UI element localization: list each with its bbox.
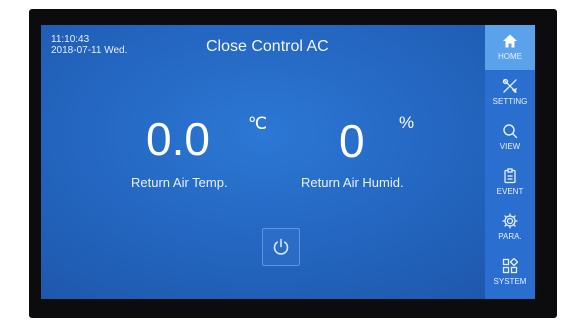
page-title: Close Control AC [206, 38, 329, 55]
nav-event[interactable]: EVENT [485, 160, 535, 205]
tools-icon [500, 77, 520, 95]
date-text: 2018-07-11 Wed. [51, 45, 128, 56]
home-icon [500, 32, 520, 50]
nav-para[interactable]: PARA. [485, 205, 535, 250]
nav-setting-label: SETTING [492, 97, 528, 106]
temperature-value: 0.0 [146, 113, 210, 165]
power-icon [273, 238, 289, 255]
nav-system[interactable]: SYSTEM [485, 250, 535, 295]
nav-view-label: VIEW [499, 142, 521, 151]
humidity-value: 0 [339, 115, 365, 167]
sidebar-nav: HOME SETTING VIEW EVENT PARA. SYSTEM [485, 25, 535, 299]
search-icon [500, 122, 520, 140]
nav-event-label: EVENT [496, 187, 524, 196]
nav-home[interactable]: HOME [485, 25, 535, 70]
humidity-unit: % [399, 113, 415, 132]
time-text: 11:10:43 [51, 34, 90, 45]
clock: 11:10:43 2018-07-11 Wed. [51, 34, 127, 56]
nav-home-label: HOME [498, 52, 522, 61]
temperature-label: Return Air Temp. [131, 175, 228, 190]
grid-icon [500, 257, 520, 275]
power-button[interactable] [262, 228, 300, 266]
nav-setting[interactable]: SETTING [485, 70, 535, 115]
nav-para-label: PARA. [498, 232, 522, 241]
nav-system-label: SYSTEM [493, 277, 527, 286]
clipboard-icon [500, 167, 520, 185]
hmi-screen: 11:10:43 2018-07-11 Wed. Close Control A… [41, 25, 535, 299]
gear-icon [500, 212, 520, 230]
nav-view[interactable]: VIEW [485, 115, 535, 160]
humidity-label: Return Air Humid. [301, 175, 404, 190]
temperature-unit: ℃ [248, 114, 268, 133]
